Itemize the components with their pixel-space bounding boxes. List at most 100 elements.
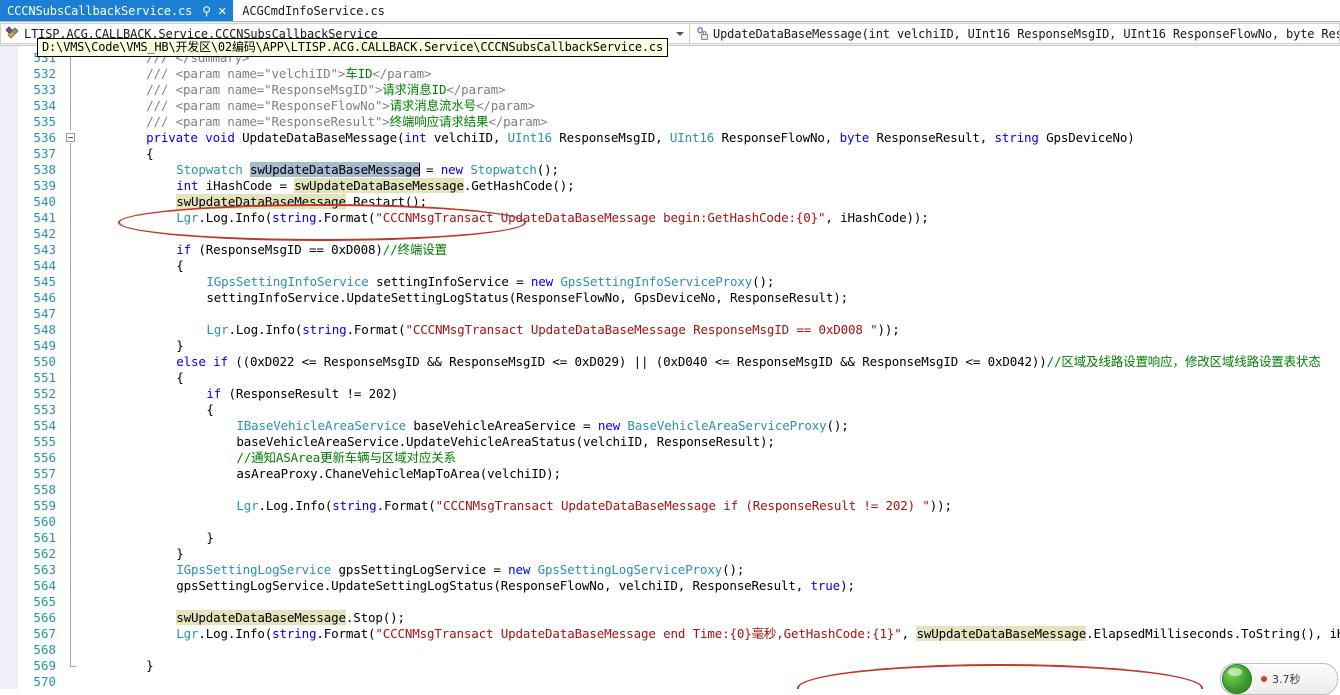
line-number: 538	[33, 162, 56, 177]
line-number: 552	[33, 386, 56, 401]
class-icon	[5, 25, 21, 42]
member-signature-label: UpdateDataBaseMessage(int velchiID, UInt…	[713, 26, 1339, 41]
code-line[interactable]: 556 //通知ASArea更新车辆与区域对应关系	[0, 450, 1340, 466]
code-line[interactable]: 561}	[0, 530, 1340, 546]
code-line[interactable]: 545 IGpsSettingInfoService settingInfoSer…	[0, 274, 1340, 290]
code-line[interactable]: 568	[0, 642, 1340, 658]
highlighted-reference: swUpdateDataBaseMessage	[176, 610, 346, 625]
code-token: UpdateDataBaseMessage(	[234, 130, 405, 145]
pin-icon[interactable]: ⚲	[202, 5, 211, 17]
code-line[interactable]: 539 int iHashCode = swUpdateDataBaseMessa…	[0, 178, 1340, 194]
code-line[interactable]: 534 /// <param name="ResponseFlowNo">请求消息…	[0, 98, 1340, 114]
code-text: asAreaProxy.ChaneVehicleMapToArea(velchi…	[236, 466, 561, 482]
chevron-down-icon[interactable]	[676, 31, 684, 36]
code-line[interactable]: 537 {	[0, 146, 1340, 162]
code-line[interactable]: 536 private void UpdateDataBaseMessage(in…	[0, 130, 1340, 146]
line-number: 550	[33, 354, 56, 369]
line-number: 561	[33, 530, 56, 545]
code-line[interactable]: 543 if (ResponseMsgID == 0xD008)//终端设置	[0, 242, 1340, 258]
code-line[interactable]: 570	[0, 674, 1340, 689]
code-line[interactable]: 560	[0, 514, 1340, 530]
code-line[interactable]: 546 settingInfoService.UpdateSettingLogSt…	[0, 290, 1340, 306]
tab-acgcmdinfoservice[interactable]: ACGCmdInfoService.cs	[233, 0, 392, 21]
code-line[interactable]: 554 IBaseVehicleAreaService baseVehicleAr…	[0, 418, 1340, 434]
code-line[interactable]: 544 {	[0, 258, 1340, 274]
line-number: 557	[33, 466, 56, 481]
code-line[interactable]: 533 /// <param name="ResponseMsgID">请求消息I…	[0, 82, 1340, 98]
code-token: }	[176, 338, 184, 353]
code-token: ));	[877, 322, 900, 337]
highlighted-reference: swUpdateDataBaseMessage	[294, 178, 464, 193]
fold-collapse-icon[interactable]	[66, 133, 75, 142]
line-number: 534	[33, 98, 56, 113]
code-line[interactable]: 549}	[0, 338, 1340, 354]
code-token: .Log.Info(	[198, 210, 273, 225]
code-token: //区域及线路设置响应，修改区域线路设置表状态	[1046, 354, 1321, 369]
green-orb-icon[interactable]	[1222, 664, 1252, 694]
code-token: settingInfoService.UpdateSettingLogStatu…	[206, 290, 848, 305]
code-token: ,	[901, 626, 917, 641]
code-line[interactable]: 555 baseVehicleAreaService.UpdateVehicleA…	[0, 434, 1340, 450]
code-text: {	[176, 258, 184, 274]
code-line[interactable]: 540 swUpdateDataBaseMessage.Restart();	[0, 194, 1340, 210]
code-line[interactable]: 547	[0, 306, 1340, 322]
code-text: Lgr.Log.Info(string.Format("CCCNMsgTrans…	[176, 210, 929, 226]
code-text: swUpdateDataBaseMessage.Restart();	[176, 194, 427, 210]
code-token: gpsSettingLogService =	[331, 562, 509, 577]
code-line[interactable]: 535 /// <param name="ResponseResult">终端响应…	[0, 114, 1340, 130]
code-token: BaseVehicleAreaServiceProxy	[627, 418, 827, 433]
line-number: 533	[33, 82, 56, 97]
screen-recorder-widget[interactable]: 3.7秒	[1220, 663, 1338, 695]
code-line[interactable]: 559 Lgr.Log.Info(string.Format("CCCNMsgTr…	[0, 498, 1340, 514]
code-text: /// <param name="ResponseMsgID">请求消息ID</…	[146, 82, 505, 98]
code-token: </param>	[488, 114, 548, 129]
code-text: }	[176, 546, 184, 562]
code-token: string	[302, 322, 347, 337]
code-token: .Format(	[316, 626, 376, 641]
code-line[interactable]: 566 swUpdateDataBaseMessage.Stop();	[0, 610, 1340, 626]
code-line[interactable]: 550 else if ((0xD022 <= ResponseMsgID && …	[0, 354, 1340, 370]
code-line[interactable]: 548 Lgr.Log.Info(string.Format("CCCNMsgTr…	[0, 322, 1340, 338]
code-line[interactable]: 532 /// <param name="velchiID">车ID</param…	[0, 66, 1340, 82]
member-dropdown[interactable]: UpdateDataBaseMessage(int velchiID, UInt…	[690, 23, 1340, 44]
tab-cccnsubscallbackservice[interactable]: CCCNSubsCallbackService.cs ⚲ ✕	[0, 0, 234, 21]
code-token: GpsSettingInfoServiceProxy	[560, 274, 753, 289]
code-line[interactable]: 538 Stopwatch swUpdateDataBaseMessage = n…	[0, 162, 1340, 178]
line-number: 545	[33, 274, 56, 289]
code-token: {	[206, 402, 214, 417]
code-token: if	[206, 386, 222, 401]
code-token: ((0xD022 <= ResponseMsgID && ResponseMsg…	[227, 354, 1047, 369]
code-line[interactable]: 563 IGpsSettingLogService gpsSettingLogSe…	[0, 562, 1340, 578]
code-text: {	[176, 370, 184, 386]
code-token: private	[146, 130, 198, 145]
code-token: 终端响应请求结果	[389, 114, 489, 129]
line-number: 549	[33, 338, 56, 353]
code-line[interactable]: 542	[0, 226, 1340, 242]
code-line[interactable]: 552 if (ResponseResult != 202)	[0, 386, 1340, 402]
code-token: <param name="ResponseResult">	[175, 114, 390, 129]
code-editor[interactable]: 531/// </summary> 532/// <param name="vel…	[0, 46, 1340, 689]
code-line[interactable]: 564 gpsSettingLogService.UpdateSettingLog…	[0, 578, 1340, 594]
code-token: .Format(	[376, 498, 436, 513]
code-line[interactable]: 551 {	[0, 370, 1340, 386]
code-token: true	[810, 578, 841, 593]
file-path-tooltip: D:\VMS\Code\VMS_HB\开发区\02编码\APP\LTISP.AC…	[37, 38, 668, 57]
code-text: Lgr.Log.Info(string.Format("CCCNMsgTrans…	[206, 322, 900, 338]
code-token: "CCCNMsgTransact UpdateDataBaseMessage i…	[435, 498, 930, 513]
code-token: byte	[839, 130, 870, 145]
code-text: swUpdateDataBaseMessage.Stop();	[176, 610, 405, 626]
code-line[interactable]: 557 asAreaProxy.ChaneVehicleMapToArea(vel…	[0, 466, 1340, 482]
code-line[interactable]: 553 {	[0, 402, 1340, 418]
code-token: ResponseResult,	[869, 130, 995, 145]
close-icon[interactable]: ✕	[218, 4, 226, 18]
code-token: ();	[826, 418, 849, 433]
code-line[interactable]: 558	[0, 482, 1340, 498]
code-token: iHashCode =	[198, 178, 295, 193]
code-line[interactable]: 541 Lgr.Log.Info(string.Format("CCCNMsgTr…	[0, 210, 1340, 226]
code-line[interactable]: 567 Lgr.Log.Info(string.Format("CCCNMsgTr…	[0, 626, 1340, 642]
code-line[interactable]: 569}	[0, 658, 1340, 674]
code-token: <param name="ResponseMsgID">	[175, 82, 383, 97]
code-token: ));	[929, 498, 952, 513]
code-line[interactable]: 565	[0, 594, 1340, 610]
code-line[interactable]: 562}	[0, 546, 1340, 562]
